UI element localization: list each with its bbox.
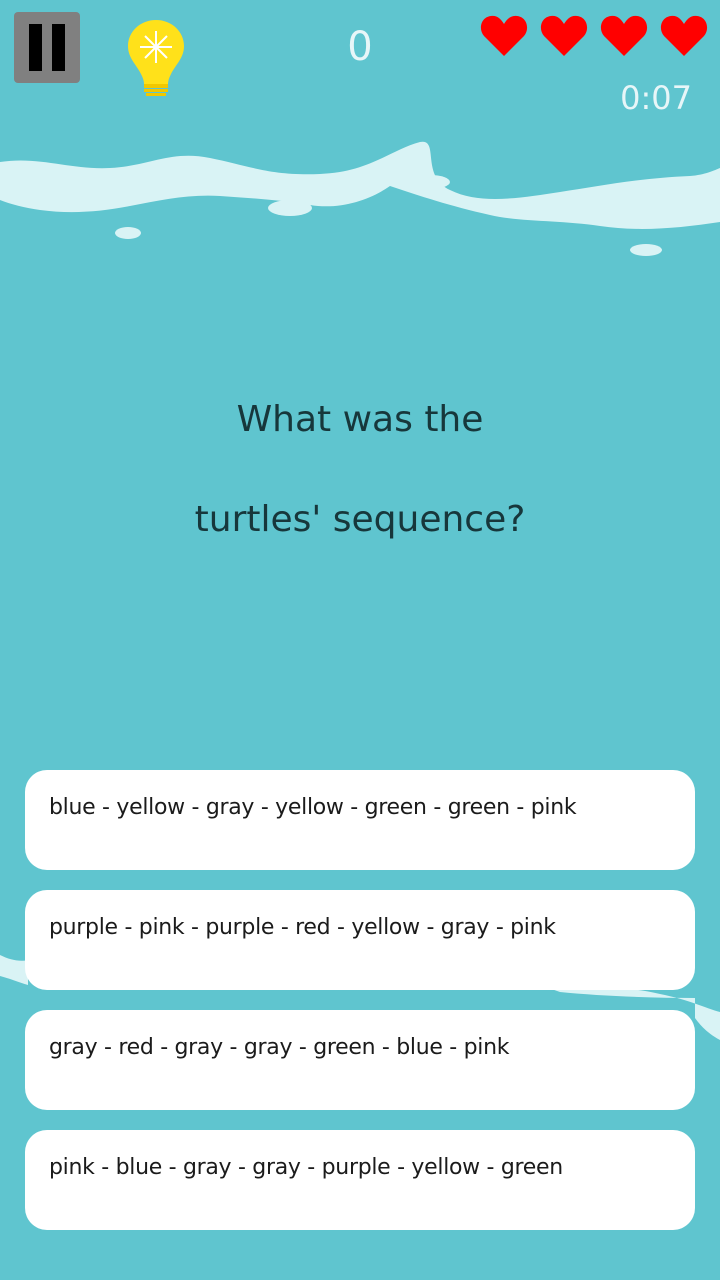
answer-label: pink - blue - gray - gray - purple - yel… — [49, 1155, 563, 1180]
score-display: 0 — [347, 24, 373, 70]
pause-icon-bar — [52, 24, 65, 71]
heart-icon — [540, 15, 588, 57]
lower-foam-wave-left — [0, 955, 28, 985]
question-line-2: turtles' sequence? — [194, 499, 526, 540]
timer-display: 0:07 — [620, 79, 692, 117]
answer-option-4[interactable]: pink - blue - gray - gray - purple - yel… — [25, 1130, 695, 1230]
foam-bubble — [268, 200, 312, 216]
answer-label: gray - red - gray - gray - green - blue … — [49, 1035, 510, 1060]
top-foam-wave — [0, 141, 720, 229]
answer-option-2[interactable]: purple - pink - purple - red - yellow - … — [25, 890, 695, 990]
answer-option-1[interactable]: blue - yellow - gray - yellow - green - … — [25, 770, 695, 870]
foam-bubble — [630, 244, 662, 256]
answer-label: blue - yellow - gray - yellow - green - … — [49, 795, 577, 820]
heart-icon — [480, 15, 528, 57]
foam-bubble — [115, 227, 141, 239]
question-text: What was the turtles' sequence? — [60, 370, 660, 570]
foam-bubble — [410, 175, 450, 189]
pause-button[interactable] — [14, 12, 80, 83]
answer-label: purple - pink - purple - red - yellow - … — [49, 915, 556, 940]
answer-option-3[interactable]: gray - red - gray - gray - green - blue … — [25, 1010, 695, 1110]
heart-icon — [660, 15, 708, 57]
heart-icon — [600, 15, 648, 57]
question-line-1: What was the — [236, 399, 484, 440]
pause-icon — [29, 24, 42, 71]
lightbulb-icon[interactable] — [126, 18, 186, 98]
